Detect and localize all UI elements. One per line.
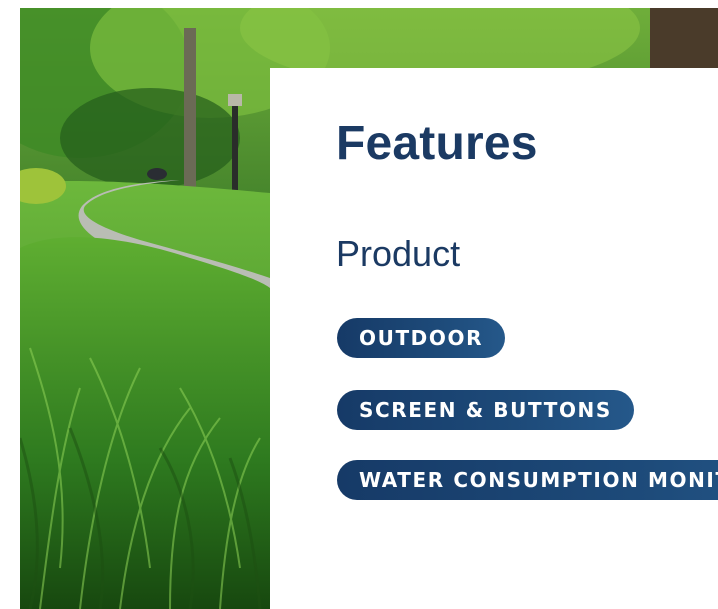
features-card: Features Product OUTDOOR SCREEN & BUTTON… (270, 68, 718, 609)
product-category-heading: Product (336, 233, 461, 274)
tag-water-consumption-monitoring-button[interactable]: WATER CONSUMPTION MONITORING (337, 460, 718, 500)
tag-outdoor-button[interactable]: OUTDOOR (337, 318, 506, 358)
features-heading: Features (336, 117, 538, 170)
tag-screen-buttons-button[interactable]: SCREEN & BUTTONS (337, 390, 634, 430)
